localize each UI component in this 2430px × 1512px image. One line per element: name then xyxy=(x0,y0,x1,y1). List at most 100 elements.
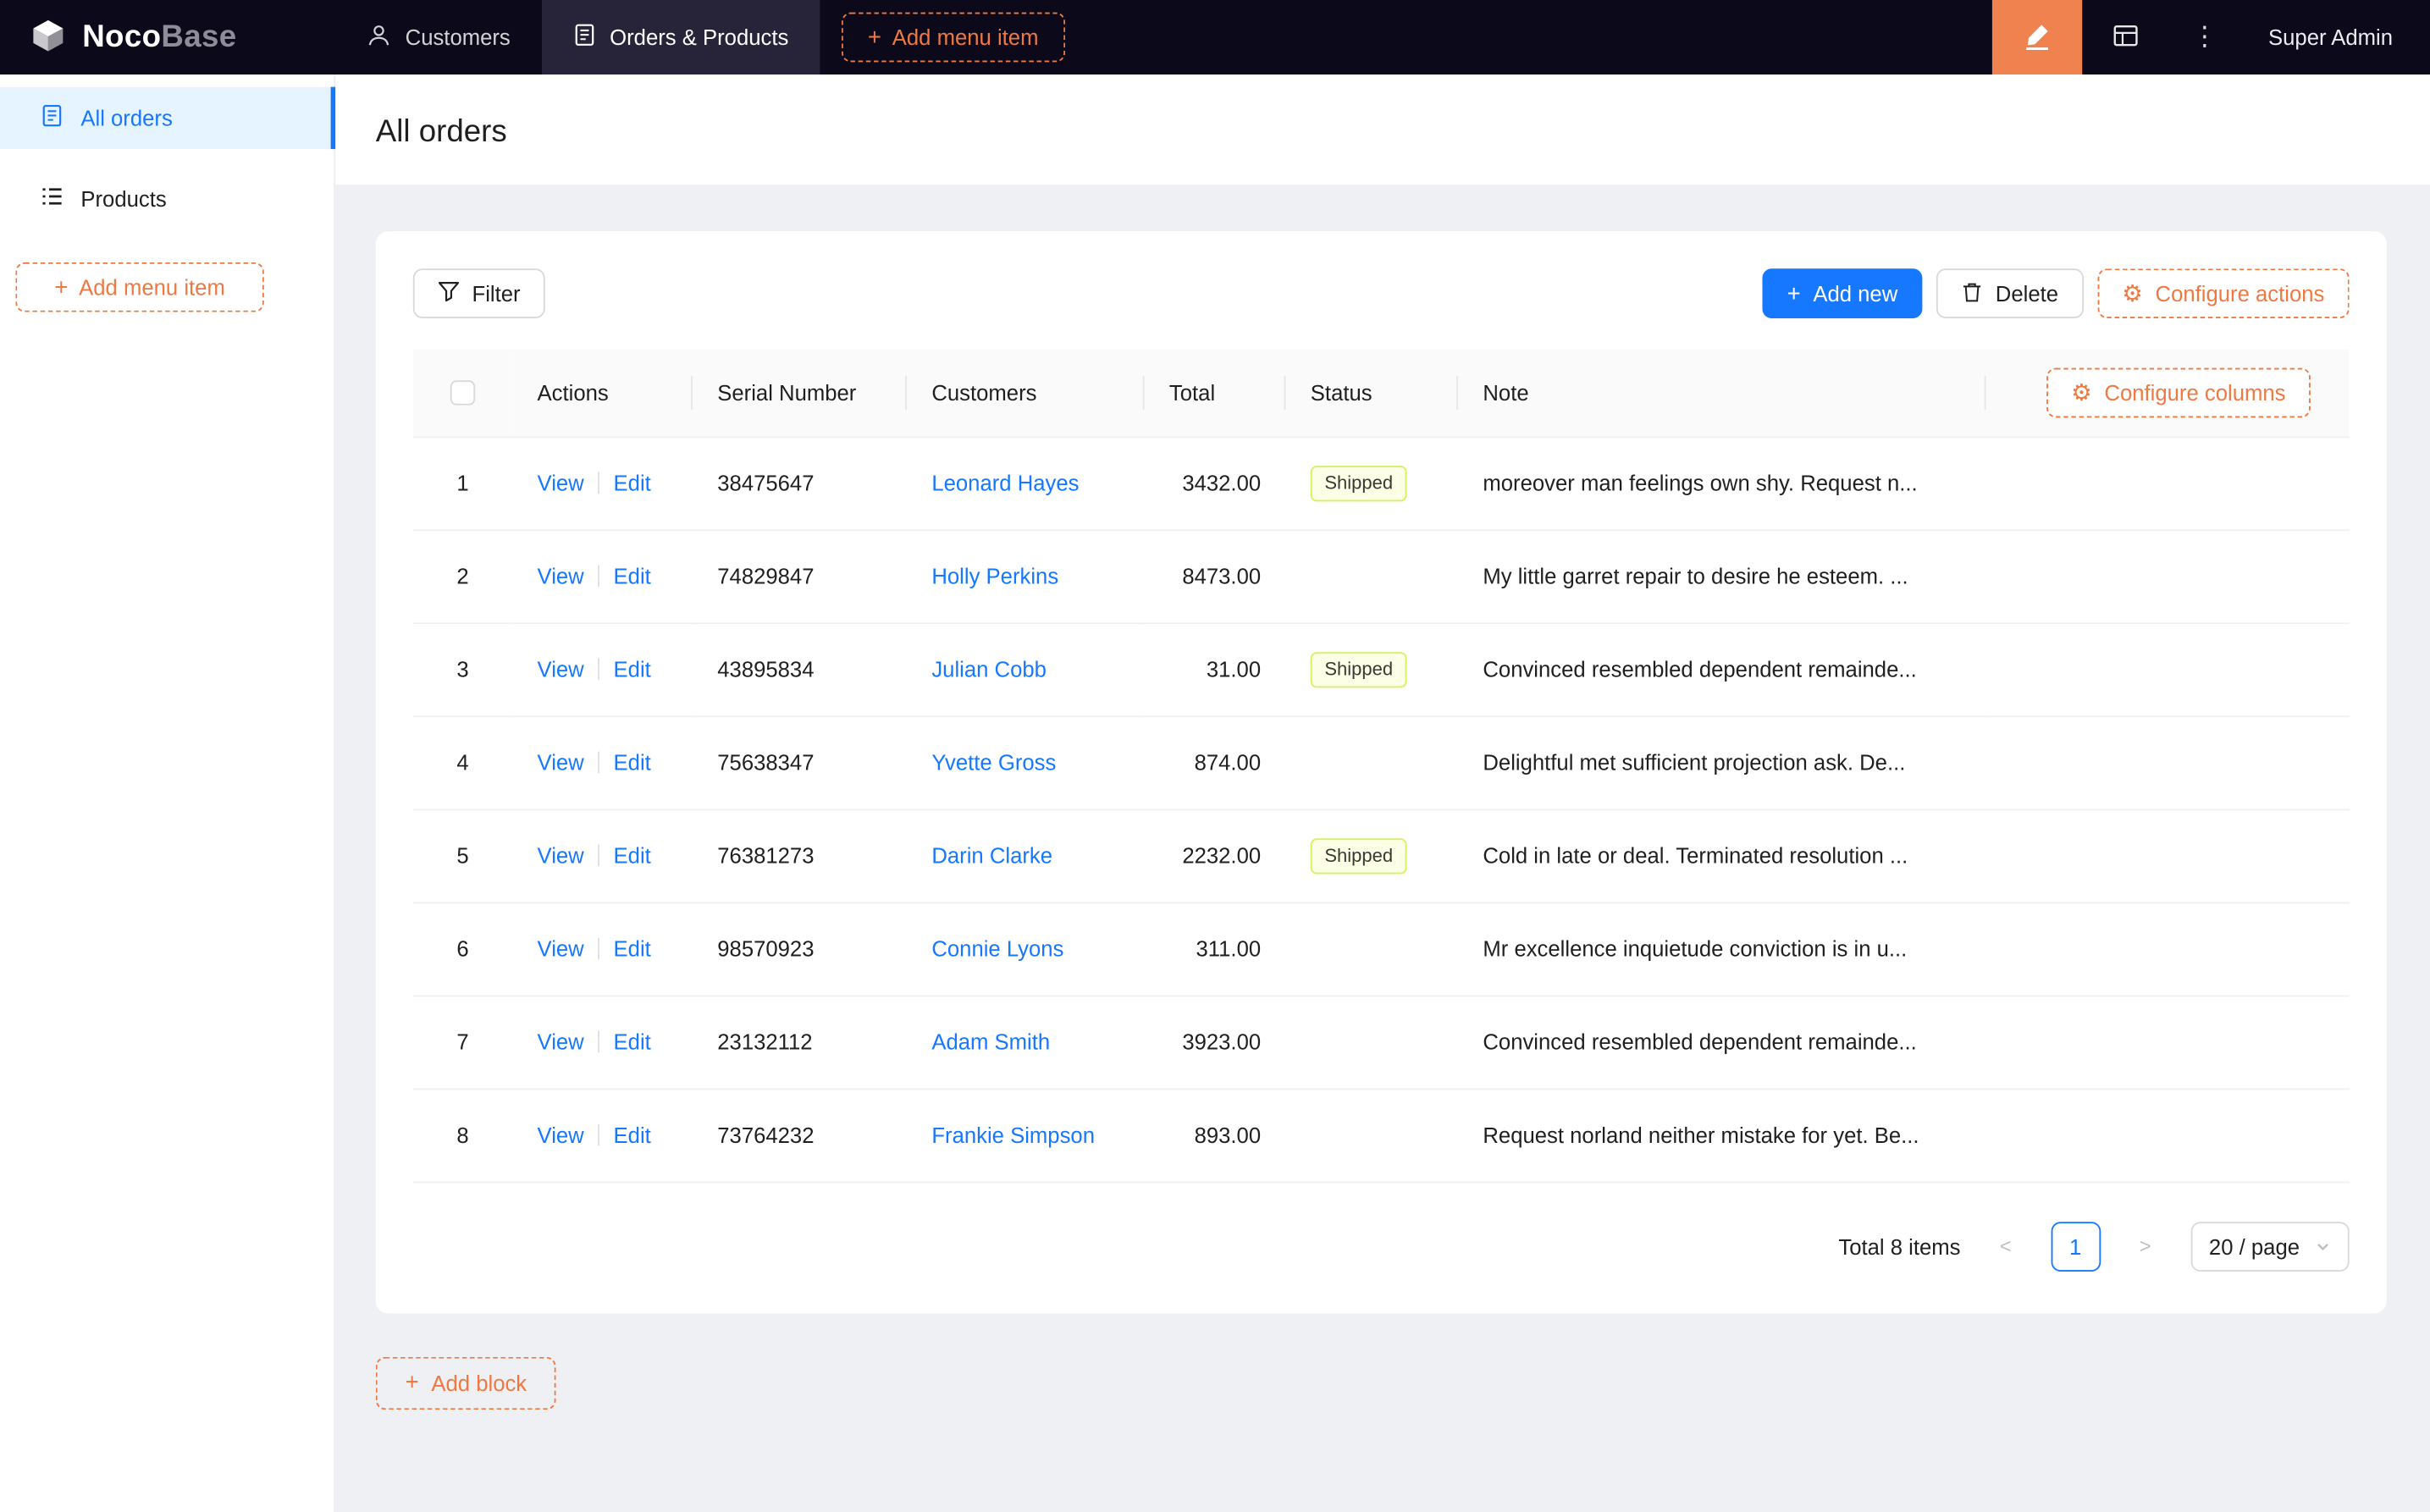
total-cell: 874.00 xyxy=(1144,715,1286,810)
total-cell: 3923.00 xyxy=(1144,995,1286,1090)
table-row: 1 View Edit 38475647 Leonard Hayes 3432.0… xyxy=(412,436,2350,531)
note-cell: Delightful met sufficient projection ask… xyxy=(1458,715,2350,810)
edit-link[interactable]: Edit xyxy=(614,1029,651,1054)
edit-link[interactable]: Edit xyxy=(614,471,651,495)
view-link[interactable]: View xyxy=(538,657,584,682)
layout-grid-button[interactable] xyxy=(2082,0,2169,74)
column-header-status[interactable]: Status xyxy=(1285,349,1459,438)
action-divider xyxy=(598,844,600,867)
highlighter-icon xyxy=(2021,19,2052,55)
configure-actions-button[interactable]: ⚙ Configure actions xyxy=(2096,268,2350,318)
serial-number-cell: 75638347 xyxy=(692,715,907,810)
nav-item-label: Customers xyxy=(405,25,511,50)
plus-icon: + xyxy=(405,1369,419,1396)
ui-editor-toggle-button[interactable] xyxy=(1991,0,2082,75)
more-menu-button[interactable]: ⋮ xyxy=(2169,0,2240,74)
serial-number-cell: 73764232 xyxy=(692,1088,907,1183)
column-header-serial-number[interactable]: Serial Number xyxy=(692,349,907,438)
chevron-right-icon: > xyxy=(2139,1233,2151,1258)
status-cell xyxy=(1285,715,1459,810)
trash-icon xyxy=(1961,280,1983,306)
serial-number-cell: 76381273 xyxy=(692,808,907,903)
column-header-note[interactable]: Note xyxy=(1458,349,1986,438)
row-index: 8 xyxy=(412,1088,513,1183)
row-index: 6 xyxy=(412,902,513,996)
table-row: 6 View Edit 98570923 Connie Lyons 311.00 … xyxy=(412,902,2350,996)
logo-text: NocoBase xyxy=(82,19,237,54)
status-cell: Shipped xyxy=(1285,808,1459,903)
page-size-select[interactable]: 20 / page xyxy=(2190,1221,2350,1272)
sidebar-item-all-orders[interactable]: All orders xyxy=(0,86,336,150)
view-link[interactable]: View xyxy=(538,1123,584,1147)
configure-columns-button[interactable]: ⚙ Configure columns xyxy=(2046,367,2311,418)
customer-link[interactable]: Yvette Gross xyxy=(931,750,1056,775)
edit-link[interactable]: Edit xyxy=(614,936,651,961)
nocobase-logo[interactable]: NocoBase xyxy=(0,14,335,59)
view-link[interactable]: View xyxy=(538,936,584,961)
table-row: 3 View Edit 43895834 Julian Cobb 31.00 Sh… xyxy=(412,622,2350,717)
row-actions: View Edit xyxy=(512,808,693,903)
sidebar-item-label: Products xyxy=(80,186,167,212)
customer-link[interactable]: Leonard Hayes xyxy=(931,471,1079,495)
row-actions: View Edit xyxy=(512,902,693,996)
table-row: 7 View Edit 23132112 Adam Smith 3923.00 C… xyxy=(412,995,2350,1090)
customer-link[interactable]: Julian Cobb xyxy=(931,657,1047,682)
content-area: Filter + Add new Delete ⚙ Configure acti… xyxy=(335,185,2430,1512)
pagination-prev-button[interactable]: < xyxy=(1984,1221,2027,1271)
edit-link[interactable]: Edit xyxy=(614,657,651,682)
row-actions: View Edit xyxy=(512,715,693,810)
serial-number-cell: 98570923 xyxy=(692,902,907,996)
action-divider xyxy=(598,1030,600,1053)
customer-link[interactable]: Adam Smith xyxy=(931,1029,1050,1054)
add-block-button[interactable]: + Add block xyxy=(375,1355,556,1410)
edit-link[interactable]: Edit xyxy=(614,843,651,868)
add-new-button[interactable]: + Add new xyxy=(1762,268,1923,318)
grid-icon xyxy=(2112,21,2140,54)
edit-link[interactable]: Edit xyxy=(614,750,651,775)
sidebar-item-products[interactable]: Products xyxy=(0,168,334,229)
select-all-checkbox[interactable] xyxy=(450,381,476,406)
column-header-customers[interactable]: Customers xyxy=(906,349,1145,438)
main-area: All orders Filter + Add new Delete ⚙ Con… xyxy=(335,74,2430,1512)
serial-number-cell: 74829847 xyxy=(692,529,907,624)
nav-item-customers[interactable]: Customers xyxy=(335,0,541,74)
action-divider xyxy=(598,658,600,681)
sidebar-add-menu-item-button[interactable]: + Add menu item xyxy=(15,262,264,312)
gear-icon: ⚙ xyxy=(2122,280,2143,307)
nav-item-orders-products[interactable]: Orders & Products xyxy=(541,0,820,75)
delete-button[interactable]: Delete xyxy=(1936,268,2084,318)
column-header-actions[interactable]: Actions xyxy=(512,349,693,438)
row-index: 5 xyxy=(412,808,513,903)
pagination-page-1[interactable]: 1 xyxy=(2050,1221,2101,1272)
orders-table-card: Filter + Add new Delete ⚙ Configure acti… xyxy=(375,231,2387,1313)
page-title: All orders xyxy=(375,114,507,150)
customer-cell: Yvette Gross xyxy=(906,715,1145,810)
gear-icon: ⚙ xyxy=(2071,379,2092,406)
user-menu[interactable]: Super Admin xyxy=(2240,25,2430,49)
filter-button[interactable]: Filter xyxy=(412,268,545,318)
customer-link[interactable]: Frankie Simpson xyxy=(931,1123,1095,1147)
customer-link[interactable]: Connie Lyons xyxy=(931,936,1063,961)
view-link[interactable]: View xyxy=(538,843,584,868)
pagination-next-button[interactable]: > xyxy=(2123,1221,2167,1271)
view-link[interactable]: View xyxy=(538,564,584,588)
view-link[interactable]: View xyxy=(538,471,584,495)
sidebar: All orders Products + Add menu item xyxy=(0,74,336,1512)
navbar-add-menu-item-button[interactable]: + Add menu item xyxy=(841,12,1065,63)
chevron-left-icon: < xyxy=(1999,1233,2012,1258)
view-link[interactable]: View xyxy=(538,750,584,775)
customer-cell: Frankie Simpson xyxy=(906,1088,1145,1183)
action-divider xyxy=(598,937,600,960)
nav-item-label: Orders & Products xyxy=(610,25,789,50)
total-cell: 893.00 xyxy=(1144,1088,1286,1183)
view-link[interactable]: View xyxy=(538,1029,584,1054)
status-tag: Shipped xyxy=(1310,465,1407,501)
row-actions: View Edit xyxy=(512,436,693,531)
customer-link[interactable]: Darin Clarke xyxy=(931,843,1052,868)
status-cell xyxy=(1285,995,1459,1090)
customer-link[interactable]: Holly Perkins xyxy=(931,564,1058,588)
edit-link[interactable]: Edit xyxy=(614,1123,651,1147)
edit-link[interactable]: Edit xyxy=(614,564,651,588)
column-header-total[interactable]: Total xyxy=(1144,349,1286,438)
table-row: 4 View Edit 75638347 Yvette Gross 874.00 … xyxy=(412,715,2350,810)
